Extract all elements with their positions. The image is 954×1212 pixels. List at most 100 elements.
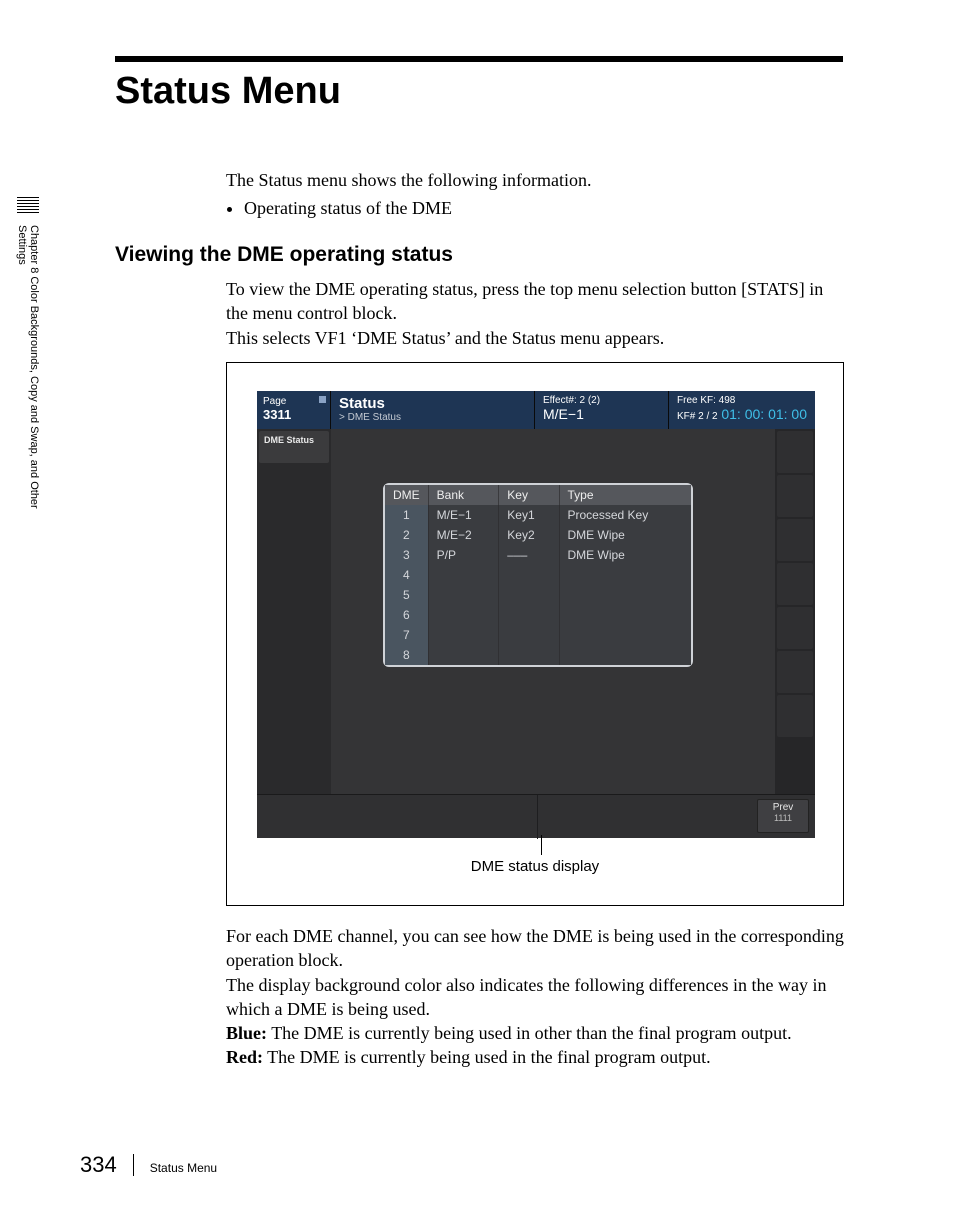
cell-bank: P/P xyxy=(428,545,499,565)
right-slot xyxy=(777,519,813,561)
cell-bank xyxy=(428,625,499,645)
cell-key xyxy=(499,585,559,605)
table-row: 8 xyxy=(385,645,691,665)
cell-dme: 1 xyxy=(385,505,428,525)
right-slot xyxy=(777,607,813,649)
right-slot xyxy=(777,651,813,693)
page-title: Status Menu xyxy=(115,70,341,113)
table-row: 1 M/E−1 Key1 Processed Key xyxy=(385,505,691,525)
table-row: 3 P/P ––– DME Wipe xyxy=(385,545,691,565)
prev-num: 1111 xyxy=(758,813,808,823)
cell-bank xyxy=(428,585,499,605)
explanation-paragraph: For each DME channel, you can see how th… xyxy=(226,924,844,1070)
cell-bank xyxy=(428,645,499,665)
cell-dme: 7 xyxy=(385,625,428,645)
cell-key xyxy=(499,565,559,585)
prev-label: Prev xyxy=(758,802,808,813)
cell-key: ––– xyxy=(499,545,559,565)
screen-side-tabs: DME Status xyxy=(257,429,331,794)
header-indicator-icon xyxy=(319,396,326,403)
screen-right-strip xyxy=(775,429,815,794)
cell-dme: 2 xyxy=(385,525,428,545)
cell-key xyxy=(499,645,559,665)
cell-type xyxy=(559,565,691,585)
side-tab-lines-icon xyxy=(17,195,39,215)
blue-text: The DME is currently being used in other… xyxy=(267,1023,792,1043)
header-title: Status xyxy=(339,395,526,412)
figure-caption: DME status display xyxy=(227,858,843,875)
header-kf-cell: Free KF: 498 KF# 2 / 2 01: 00: 01: 00 xyxy=(669,391,815,429)
screen-header: Page 3311 Status > DME Status Effect#: 2… xyxy=(257,391,815,429)
table-row: 4 xyxy=(385,565,691,585)
right-slot xyxy=(777,431,813,473)
blue-label: Blue: xyxy=(226,1023,267,1043)
cell-type xyxy=(559,585,691,605)
cell-bank: M/E−1 xyxy=(428,505,499,525)
th-type: Type xyxy=(559,485,691,505)
dme-status-screen: Page 3311 Status > DME Status Effect#: 2… xyxy=(257,391,815,838)
figure-frame: Page 3311 Status > DME Status Effect#: 2… xyxy=(226,362,844,906)
right-slot xyxy=(777,563,813,605)
chapter-label: Chapter 8 Color Backgrounds, Copy and Sw… xyxy=(16,225,40,515)
footer-separator xyxy=(133,1154,134,1176)
page-number: 334 xyxy=(80,1152,117,1178)
para1-line1: To view the DME operating status, press … xyxy=(226,277,844,326)
right-slot xyxy=(777,695,813,737)
screen-footer: Prev 1111 xyxy=(257,794,815,838)
header-kf-free: Free KF: 498 xyxy=(677,395,807,406)
header-effect-label: Effect#: 2 (2) xyxy=(543,395,660,406)
header-me-label: M/E−1 xyxy=(543,406,660,422)
title-rule xyxy=(115,56,843,62)
red-text: The DME is currently being used in the f… xyxy=(263,1047,711,1067)
table-row: 2 M/E−2 Key2 DME Wipe xyxy=(385,525,691,545)
intro-text: The Status menu shows the following info… xyxy=(226,168,844,221)
tab-dme-status[interactable]: DME Status xyxy=(259,431,329,463)
cell-type: DME Wipe xyxy=(559,545,691,565)
para2-blue: Blue: The DME is currently being used in… xyxy=(226,1021,844,1045)
cell-bank xyxy=(428,565,499,585)
para2-line1: For each DME channel, you can see how th… xyxy=(226,924,844,973)
cell-type xyxy=(559,605,691,625)
header-page-number: 3311 xyxy=(263,407,324,422)
page-root: Chapter 8 Color Backgrounds, Copy and Sw… xyxy=(0,0,954,1212)
cell-key: Key1 xyxy=(499,505,559,525)
cell-bank xyxy=(428,605,499,625)
cell-bank: M/E−2 xyxy=(428,525,499,545)
th-key: Key xyxy=(499,485,559,505)
cell-key: Key2 xyxy=(499,525,559,545)
intro-bullet-1: Operating status of the DME xyxy=(244,196,844,220)
cell-dme: 3 xyxy=(385,545,428,565)
section-heading: Viewing the DME operating status xyxy=(115,243,453,267)
cell-type: Processed Key xyxy=(559,505,691,525)
page-footer: 334 Status Menu xyxy=(80,1152,217,1178)
table-row: 7 xyxy=(385,625,691,645)
para1-line2: This selects VF1 ‘DME Status’ and the St… xyxy=(226,326,844,350)
footer-title: Status Menu xyxy=(150,1161,217,1175)
header-timecode: 01: 00: 01: 00 xyxy=(721,406,807,422)
intro-line: The Status menu shows the following info… xyxy=(226,168,844,192)
prev-button[interactable]: Prev 1111 xyxy=(757,799,809,833)
cell-dme: 8 xyxy=(385,645,428,665)
cell-dme: 5 xyxy=(385,585,428,605)
header-effect-cell: Effect#: 2 (2) M/E−1 xyxy=(535,391,669,429)
cell-dme: 4 xyxy=(385,565,428,585)
cell-key xyxy=(499,625,559,645)
cell-type xyxy=(559,645,691,665)
header-breadcrumb: > DME Status xyxy=(339,412,526,423)
table-row: 6 xyxy=(385,605,691,625)
header-kf-pos: KF# 2 / 2 xyxy=(677,411,718,422)
section-paragraph: To view the DME operating status, press … xyxy=(226,277,844,350)
header-page-label: Page xyxy=(263,396,324,407)
header-title-cell: Status > DME Status xyxy=(331,391,535,429)
cell-type: DME Wipe xyxy=(559,525,691,545)
cell-type xyxy=(559,625,691,645)
th-dme: DME xyxy=(385,485,428,505)
red-label: Red: xyxy=(226,1047,263,1067)
screen-body: DME Status DME Bank Key Type xyxy=(257,429,815,794)
table-header-row: DME Bank Key Type xyxy=(385,485,691,505)
cell-dme: 6 xyxy=(385,605,428,625)
dme-table: DME Bank Key Type 1 M/E−1 Ke xyxy=(383,483,693,667)
screen-canvas: DME Bank Key Type 1 M/E−1 Ke xyxy=(331,429,775,794)
para2-red: Red: The DME is currently being used in … xyxy=(226,1045,844,1069)
cell-key xyxy=(499,605,559,625)
